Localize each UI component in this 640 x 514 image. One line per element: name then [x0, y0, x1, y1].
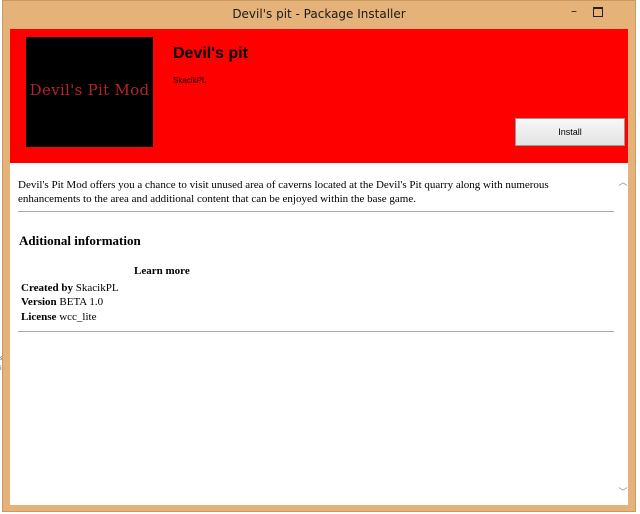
- package-author: SkacikPL: [173, 76, 207, 85]
- package-banner: Devil's Pit Mod Devil's pit SkacikPL Ins…: [10, 29, 628, 163]
- title-bar[interactable]: Devil's pit - Package Installer – ✕: [3, 1, 635, 29]
- section-title: Aditional information: [19, 233, 141, 248]
- package-details: Devil's Pit Mod offers you a chance to v…: [10, 163, 615, 505]
- package-thumbnail: Devil's Pit Mod: [26, 37, 153, 147]
- created-by-label: Created by: [21, 282, 74, 294]
- package-title: Devil's pit: [173, 45, 248, 62]
- learn-more-link[interactable]: Learn more: [134, 265, 190, 277]
- installer-client-area: Devil's Pit Mod Devil's pit SkacikPL Ins…: [10, 29, 628, 505]
- minimize-button[interactable]: –: [563, 1, 585, 21]
- package-description: Devil's Pit Mod offers you a chance to v…: [18, 179, 549, 205]
- divider: [18, 211, 614, 212]
- maximize-icon: [593, 7, 603, 17]
- scroll-up-icon[interactable]: ︿: [618, 175, 628, 188]
- created-by-value: SkacikPL: [75, 282, 119, 294]
- install-button[interactable]: Install: [515, 118, 625, 146]
- license-label: License: [21, 311, 57, 323]
- thumbnail-logo-text: Devil's Pit Mod: [29, 81, 150, 99]
- maximize-button[interactable]: [587, 1, 609, 21]
- version-label: Version: [21, 296, 57, 308]
- vertical-scrollbar[interactable]: ︿ ﹀: [618, 163, 628, 505]
- license-value: wcc_lite: [59, 311, 97, 323]
- version-row: Version BETA 1.0: [21, 295, 103, 309]
- scroll-down-icon[interactable]: ﹀: [618, 485, 628, 498]
- divider-bottom: [18, 331, 614, 332]
- license-row: License wcc_lite: [21, 310, 96, 324]
- window-title: Devil's pit - Package Installer: [232, 7, 406, 21]
- version-value: BETA 1.0: [59, 296, 104, 308]
- installer-window: Devil's pit - Package Installer – ✕ Devi…: [2, 0, 636, 512]
- created-by-row: Created by SkacikPL: [21, 281, 119, 295]
